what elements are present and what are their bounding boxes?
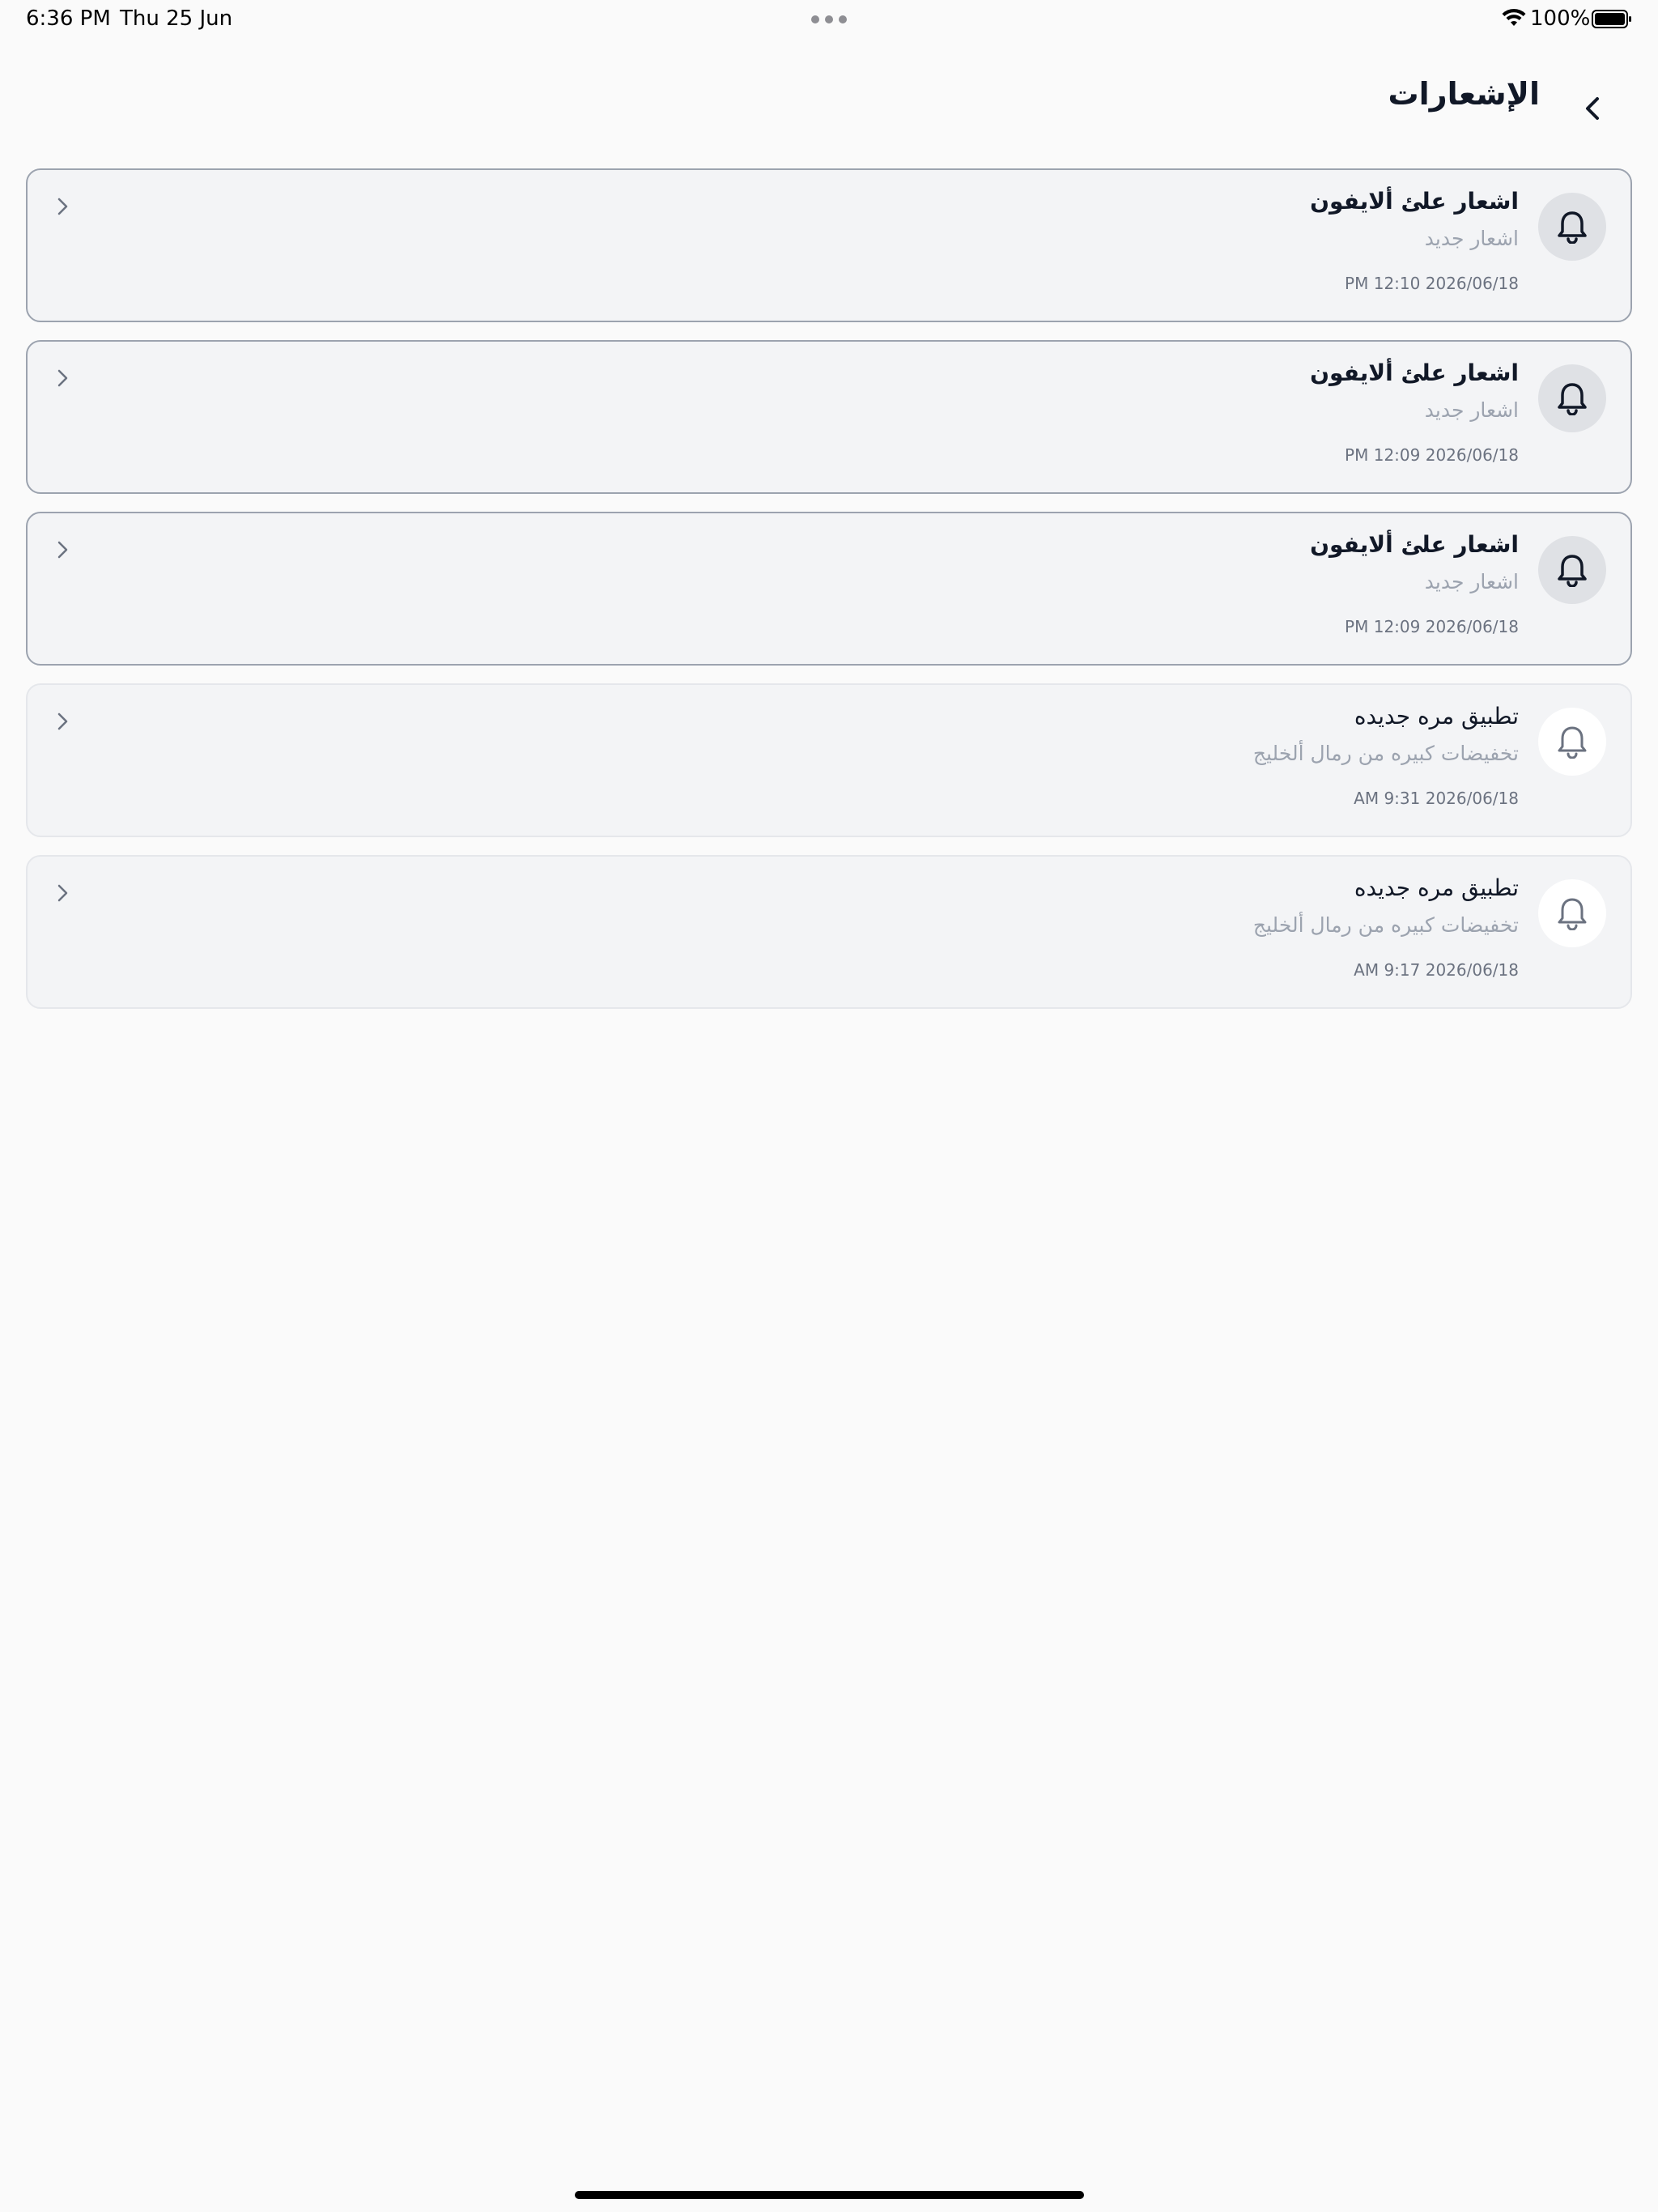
status-date: Thu 25 Jun [120, 6, 233, 31]
notification-subtitle: تخفيضات كبيره من رمال ألخليج [1252, 742, 1519, 765]
notification-card[interactable]: تطبيق مره جديده تخفيضات كبيره من رمال أل… [26, 855, 1632, 1009]
multitasking-dots-icon[interactable] [811, 15, 847, 23]
header: الإشعارات [0, 65, 1658, 138]
bell-icon [1558, 898, 1587, 930]
notification-card[interactable]: اشعار علئ ألايفون اشعار جديد PM 12:09 20… [26, 512, 1632, 666]
notification-icon-circle [1538, 536, 1606, 604]
page-title: الإشعارات [1388, 76, 1541, 112]
chevron-right-icon [57, 198, 68, 215]
wifi-icon [1502, 8, 1526, 26]
notification-subtitle: اشعار جديد [1424, 570, 1519, 593]
status-bar: 6:36 PM Thu 25 Jun 100% [0, 0, 1658, 39]
notification-icon-circle [1538, 193, 1606, 261]
status-time: 6:36 PM [26, 6, 111, 31]
bell-icon [1558, 383, 1587, 415]
notification-title: اشعار علئ ألايفون [1310, 531, 1519, 558]
notifications-screen: 6:36 PM Thu 25 Jun 100% الإشعارات اشعار … [0, 0, 1658, 2212]
chevron-right-icon [57, 884, 68, 902]
notification-card[interactable]: تطبيق مره جديده تخفيضات كبيره من رمال أل… [26, 683, 1632, 837]
notification-title: تطبيق مره جديده [1354, 874, 1519, 901]
notification-title: اشعار علئ ألايفون [1310, 188, 1519, 215]
home-indicator[interactable] [575, 2191, 1084, 2199]
notification-timestamp: AM 9:31 2026/06/18 [1354, 789, 1519, 808]
notification-subtitle: تخفيضات كبيره من رمال ألخليج [1252, 913, 1519, 937]
bell-icon [1558, 555, 1587, 587]
notification-card[interactable]: اشعار علئ ألايفون اشعار جديد PM 12:09 20… [26, 340, 1632, 494]
notification-timestamp: PM 12:09 2026/06/18 [1345, 445, 1519, 465]
bell-icon [1558, 726, 1587, 759]
notification-timestamp: PM 12:09 2026/06/18 [1345, 617, 1519, 636]
chevron-right-icon [57, 541, 68, 559]
notification-subtitle: اشعار جديد [1424, 398, 1519, 422]
chevron-right-icon [57, 369, 68, 387]
notification-icon-circle [1538, 364, 1606, 432]
notification-subtitle: اشعار جديد [1424, 227, 1519, 250]
notification-timestamp: PM 12:10 2026/06/18 [1345, 274, 1519, 293]
back-button[interactable] [1571, 86, 1616, 131]
notification-icon-circle [1538, 708, 1606, 776]
battery-icon [1592, 10, 1631, 28]
chevron-right-icon [57, 713, 68, 730]
bell-icon [1558, 211, 1587, 244]
chevron-left-icon [1586, 97, 1599, 120]
notification-title: اشعار علئ ألايفون [1310, 359, 1519, 386]
notification-timestamp: AM 9:17 2026/06/18 [1354, 960, 1519, 980]
notification-card[interactable]: اشعار علئ ألايفون اشعار جديد PM 12:10 20… [26, 168, 1632, 322]
notification-icon-circle [1538, 879, 1606, 947]
battery-percentage: 100% [1530, 6, 1591, 31]
notification-title: تطبيق مره جديده [1354, 703, 1519, 730]
